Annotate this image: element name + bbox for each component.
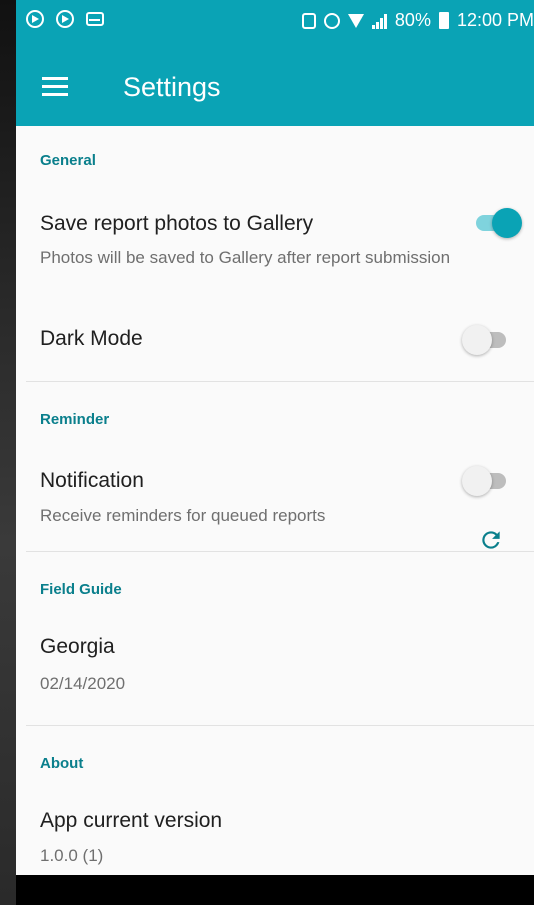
divider — [26, 381, 534, 382]
notification-toggle[interactable] — [462, 466, 512, 496]
toggle-thumb — [462, 466, 492, 496]
battery-icon — [438, 12, 449, 29]
device-frame-edge — [0, 0, 16, 905]
refresh-icon[interactable] — [478, 527, 504, 553]
notification-title[interactable]: Notification — [40, 469, 144, 493]
battery-percent: 80% — [394, 10, 431, 30]
app-version-title: App current version — [40, 809, 223, 832]
toggle-thumb — [462, 325, 492, 355]
divider — [26, 725, 534, 726]
field-guide-title[interactable]: Georgia — [40, 635, 115, 659]
hamburger-menu-icon[interactable] — [42, 77, 70, 96]
section-header-field-guide: Field Guide — [40, 581, 122, 598]
alarm-icon — [323, 12, 340, 29]
navigation-app-icon — [26, 10, 44, 28]
signal-icon — [371, 13, 387, 29]
status-time: 12:00 PM — [456, 10, 534, 30]
toggle-thumb — [492, 208, 522, 238]
section-header-reminder: Reminder — [40, 411, 110, 428]
dark-mode-toggle[interactable] — [462, 325, 512, 355]
voicemail-icon — [86, 12, 104, 26]
wifi-icon — [347, 13, 364, 28]
notification-subtitle: Receive reminders for queued reports — [40, 506, 326, 525]
save-photos-subtitle: Photos will be saved to Gallery after re… — [40, 248, 451, 267]
field-guide-date: 02/14/2020 — [40, 674, 126, 693]
page-title: Settings — [123, 72, 221, 102]
vibrate-icon — [301, 12, 316, 29]
dark-mode-title[interactable]: Dark Mode — [40, 327, 143, 351]
app-bar: Settings — [16, 43, 534, 126]
status-right-icons: 80% 12:00 PM — [301, 10, 534, 31]
app-screen: 80% 12:00 PM Settings General Save repor… — [16, 0, 534, 905]
app-version-value: 1.0.0 (1) — [40, 846, 104, 865]
save-photos-toggle[interactable] — [472, 208, 522, 238]
navigation-app-icon-2 — [56, 10, 74, 28]
divider — [26, 551, 534, 552]
save-photos-title[interactable]: Save report photos to Gallery — [40, 212, 313, 236]
section-header-general: General — [40, 152, 96, 169]
navigation-bar — [16, 875, 534, 905]
status-left-icons — [26, 10, 104, 28]
status-bar: 80% 12:00 PM — [16, 0, 534, 43]
section-header-about: About — [40, 755, 84, 772]
